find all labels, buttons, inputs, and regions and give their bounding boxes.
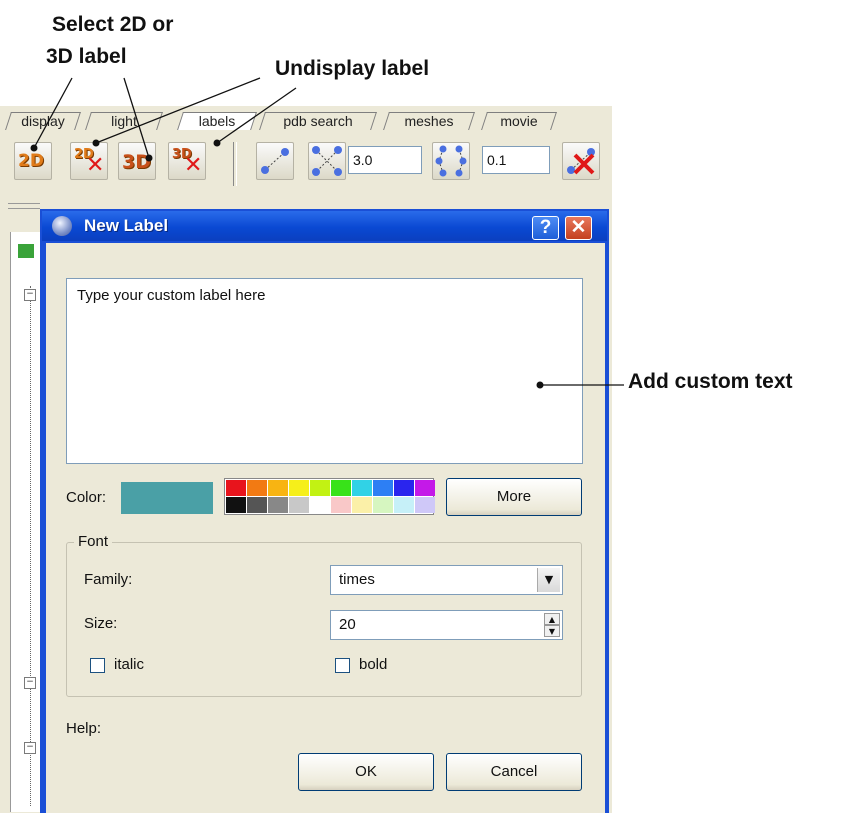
callout-lines — [30, 77, 624, 389]
